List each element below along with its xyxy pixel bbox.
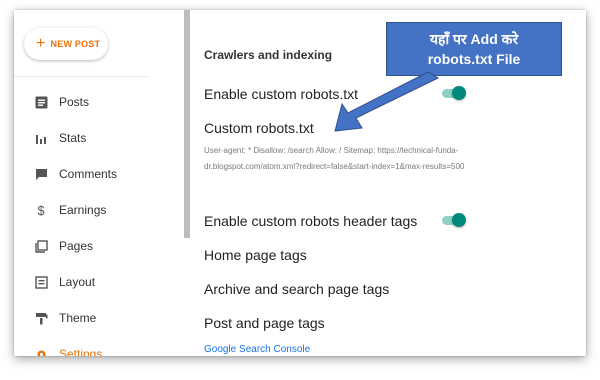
- custom-robots-setting[interactable]: Custom robots.txt: [204, 120, 314, 136]
- annotation-line-2: robots.txt File: [427, 51, 521, 67]
- theme-icon: [34, 311, 48, 325]
- sidebar-item-label: Pages: [59, 239, 94, 253]
- sidebar-item-label: Layout: [59, 275, 96, 289]
- sidebar-item-comments[interactable]: Comments: [14, 161, 184, 187]
- layout-icon: [34, 275, 48, 289]
- archive-search-tags-setting[interactable]: Archive and search page tags: [204, 281, 389, 297]
- google-search-console-link[interactable]: Google Search Console: [204, 344, 310, 355]
- settings-icon: [34, 347, 48, 356]
- new-post-button[interactable]: + NEW POST: [24, 28, 108, 60]
- stats-icon: [34, 131, 48, 145]
- sidebar-item-label: Earnings: [59, 203, 107, 217]
- enable-custom-robots-label: Enable custom robots.txt: [204, 86, 359, 102]
- new-post-label: NEW POST: [50, 39, 101, 49]
- enable-header-tags-label: Enable custom robots header tags: [204, 213, 418, 229]
- sidebar-item-pages[interactable]: Pages: [14, 233, 184, 259]
- dollar-icon: $: [37, 202, 45, 218]
- annotation-line-1: यहाँ पर Add करे: [429, 31, 519, 47]
- enable-header-tags-toggle[interactable]: [442, 213, 466, 227]
- sidebar-item-label: Stats: [59, 131, 87, 145]
- sidebar-item-label: Posts: [59, 95, 90, 109]
- toggle-knob: [452, 213, 466, 227]
- sidebar-item-theme[interactable]: Theme: [14, 305, 184, 331]
- sidebar-divider: [14, 76, 149, 77]
- plus-icon: +: [36, 35, 46, 52]
- enable-custom-robots-toggle[interactable]: [442, 86, 466, 100]
- custom-robots-value: User-agent: * Disallow: /search Allow: /…: [204, 146, 465, 171]
- sidebar: + NEW POST Posts Stats Comments $ Earnin…: [14, 10, 184, 356]
- pages-icon: [34, 239, 48, 253]
- sidebar-item-layout[interactable]: Layout: [14, 269, 184, 295]
- home-page-tags-setting[interactable]: Home page tags: [204, 247, 307, 263]
- sidebar-item-label: Theme: [59, 311, 97, 325]
- sidebar-item-label: Settings: [59, 347, 103, 356]
- sidebar-item-label: Comments: [59, 167, 118, 181]
- sidebar-item-posts[interactable]: Posts: [14, 89, 184, 115]
- sidebar-item-earnings[interactable]: $ Earnings: [14, 197, 184, 223]
- posts-icon: [34, 95, 48, 109]
- comments-icon: [34, 167, 48, 181]
- toggle-knob: [452, 86, 466, 100]
- section-title: Crawlers and indexing: [204, 48, 333, 62]
- sidebar-item-settings[interactable]: Settings: [14, 341, 184, 356]
- sidebar-item-stats[interactable]: Stats: [14, 125, 184, 151]
- post-page-tags-setting[interactable]: Post and page tags: [204, 315, 325, 331]
- annotation-callout: यहाँ पर Add करे robots.txt File: [386, 22, 562, 76]
